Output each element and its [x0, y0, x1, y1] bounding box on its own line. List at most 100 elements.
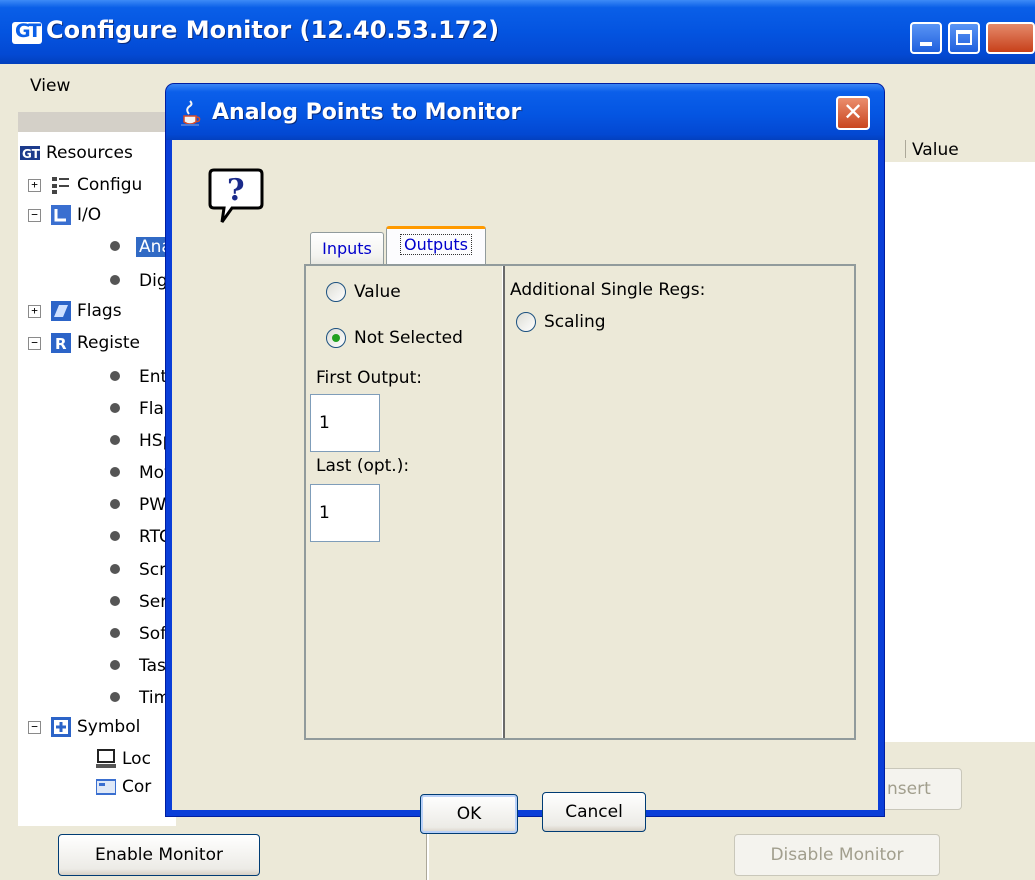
tree-item-symbols[interactable]: − Symbol — [28, 714, 140, 740]
column-divider — [502, 266, 505, 738]
svg-text:R: R — [55, 335, 67, 353]
tree-item-digital[interactable]: Dig — [139, 268, 168, 294]
first-output-label: First Output: — [316, 368, 422, 388]
tree-item-controller[interactable]: Cor — [96, 774, 151, 800]
tree-item-label: I/O — [77, 205, 102, 225]
tree-item-configuration[interactable]: + Configu — [28, 172, 142, 198]
leaf-bullet-icon — [110, 403, 120, 413]
flag-icon — [51, 301, 71, 321]
leaf-bullet-icon — [110, 531, 120, 541]
tab-inputs[interactable]: Inputs — [310, 232, 384, 266]
checklist-icon — [52, 177, 69, 194]
leaf-bullet-icon — [110, 275, 120, 285]
dialog-close-button[interactable]: ✕ — [836, 96, 870, 130]
leaf-bullet-icon — [110, 435, 120, 445]
symbol-icon — [51, 717, 71, 737]
leaf-bullet-icon — [110, 499, 120, 509]
tree-item-label: PW — [139, 495, 167, 515]
java-cup-icon — [181, 100, 201, 126]
tree-item-register-child[interactable]: Ent — [139, 364, 167, 390]
leaf-bullet-icon — [110, 692, 120, 702]
leaf-bullet-icon — [110, 564, 120, 574]
io-icon — [51, 205, 71, 225]
collapse-icon[interactable]: − — [28, 720, 41, 734]
collapse-icon[interactable]: − — [28, 208, 41, 222]
tree-item-register-child[interactable]: PW — [139, 492, 166, 518]
tree-item-label: Symbol — [77, 717, 141, 737]
window-close-button[interactable] — [986, 22, 1035, 54]
tree-item-register-child[interactable]: Tas — [139, 653, 166, 679]
dialog-title: Analog Points to Monitor — [212, 100, 522, 125]
leaf-bullet-icon — [110, 596, 120, 606]
tree-item-label: Ser — [139, 592, 168, 612]
radio-value-label: Value — [354, 282, 401, 302]
disable-monitor-button[interactable]: Disable Monitor — [734, 834, 940, 876]
tree-item-label: Fla — [139, 399, 164, 419]
analog-points-dialog: Analog Points to Monitor ✕ ? Inputs Outp… — [166, 84, 884, 834]
outputs-tab-panel: Value Not Selected First Output: 1 Last … — [304, 264, 856, 740]
tree-item-register-child[interactable]: Ser — [139, 589, 167, 615]
tree-item-label: Ent — [139, 367, 168, 387]
tree-header — [18, 112, 176, 132]
additional-regs-heading: Additional Single Regs: — [510, 280, 706, 300]
maximize-button[interactable] — [948, 22, 980, 54]
ok-button[interactable]: OK — [420, 794, 518, 834]
tree-item-label: Registe — [77, 333, 141, 353]
leaf-bullet-icon — [110, 241, 120, 251]
leaf-bullet-icon — [110, 371, 120, 381]
column-separator — [905, 140, 906, 158]
dialog-body: ? Inputs Outputs Value Not Selected Firs… — [172, 140, 878, 834]
tree-item-label: Cor — [122, 777, 152, 797]
radio-not-selected[interactable]: Not Selected — [326, 328, 463, 348]
cancel-button[interactable]: Cancel — [542, 792, 646, 832]
computer-icon — [96, 749, 116, 768]
radio-not-selected-label: Not Selected — [354, 328, 463, 348]
tree-item-flags[interactable]: + Flags — [28, 298, 122, 324]
gt-logo-icon: GT — [20, 146, 40, 161]
tree-item-label: Flags — [77, 301, 122, 321]
tab-outputs-label: Outputs — [400, 234, 472, 255]
radio-circle-icon — [516, 312, 536, 332]
dialog-titlebar: Analog Points to Monitor ✕ — [166, 84, 884, 140]
tree-root-label: Resources — [46, 143, 133, 163]
register-icon: R — [51, 333, 71, 353]
window-title: Configure Monitor (12.40.53.172) — [46, 16, 500, 44]
svg-text:GT: GT — [22, 147, 40, 161]
tab-outputs[interactable]: Outputs — [386, 226, 486, 266]
menu-view[interactable]: View — [30, 76, 70, 96]
tree-item-label: Scr — [139, 560, 167, 580]
radio-value[interactable]: Value — [326, 282, 401, 302]
column-header-value[interactable]: Value — [912, 140, 959, 160]
leaf-bullet-icon — [110, 467, 120, 477]
tree-item-local[interactable]: Loc — [96, 746, 151, 772]
tree-item-register-child[interactable]: Sof — [139, 621, 166, 647]
tree-item-registers[interactable]: − R Registe — [28, 330, 140, 356]
expand-icon[interactable]: + — [28, 304, 41, 318]
tree-item-label: Configu — [77, 175, 143, 195]
question-icon: ? — [208, 168, 264, 223]
radio-selected-icon — [326, 328, 346, 348]
last-output-field[interactable]: 1 — [310, 484, 380, 542]
radio-scaling-label: Scaling — [544, 312, 606, 332]
leaf-bullet-icon — [110, 628, 120, 638]
controller-icon — [96, 779, 116, 795]
left-border — [0, 106, 18, 880]
tree-item-label: Sof — [139, 624, 167, 644]
minimize-button[interactable] — [910, 22, 942, 54]
leaf-bullet-icon — [110, 660, 120, 670]
expand-icon[interactable]: + — [28, 178, 41, 192]
main-titlebar: GT Configure Monitor (12.40.53.172) — [0, 0, 1035, 64]
last-output-label: Last (opt.): — [316, 456, 410, 476]
first-output-field[interactable]: 1 — [310, 394, 380, 452]
tree-item-label: Loc — [122, 749, 151, 769]
enable-monitor-button[interactable]: Enable Monitor — [58, 834, 260, 876]
radio-scaling[interactable]: Scaling — [516, 312, 606, 332]
tree-root-resources[interactable]: GT Resources — [20, 140, 133, 166]
tree-item-register-child[interactable]: Fla — [139, 396, 164, 422]
tree-item-register-child[interactable]: Scr — [139, 557, 166, 583]
radio-circle-icon — [326, 282, 346, 302]
collapse-icon[interactable]: − — [28, 336, 41, 350]
tree-item-label: Tas — [139, 656, 166, 676]
app-logo-icon: GT — [12, 20, 42, 44]
tree-item-io[interactable]: − I/O — [28, 202, 101, 228]
